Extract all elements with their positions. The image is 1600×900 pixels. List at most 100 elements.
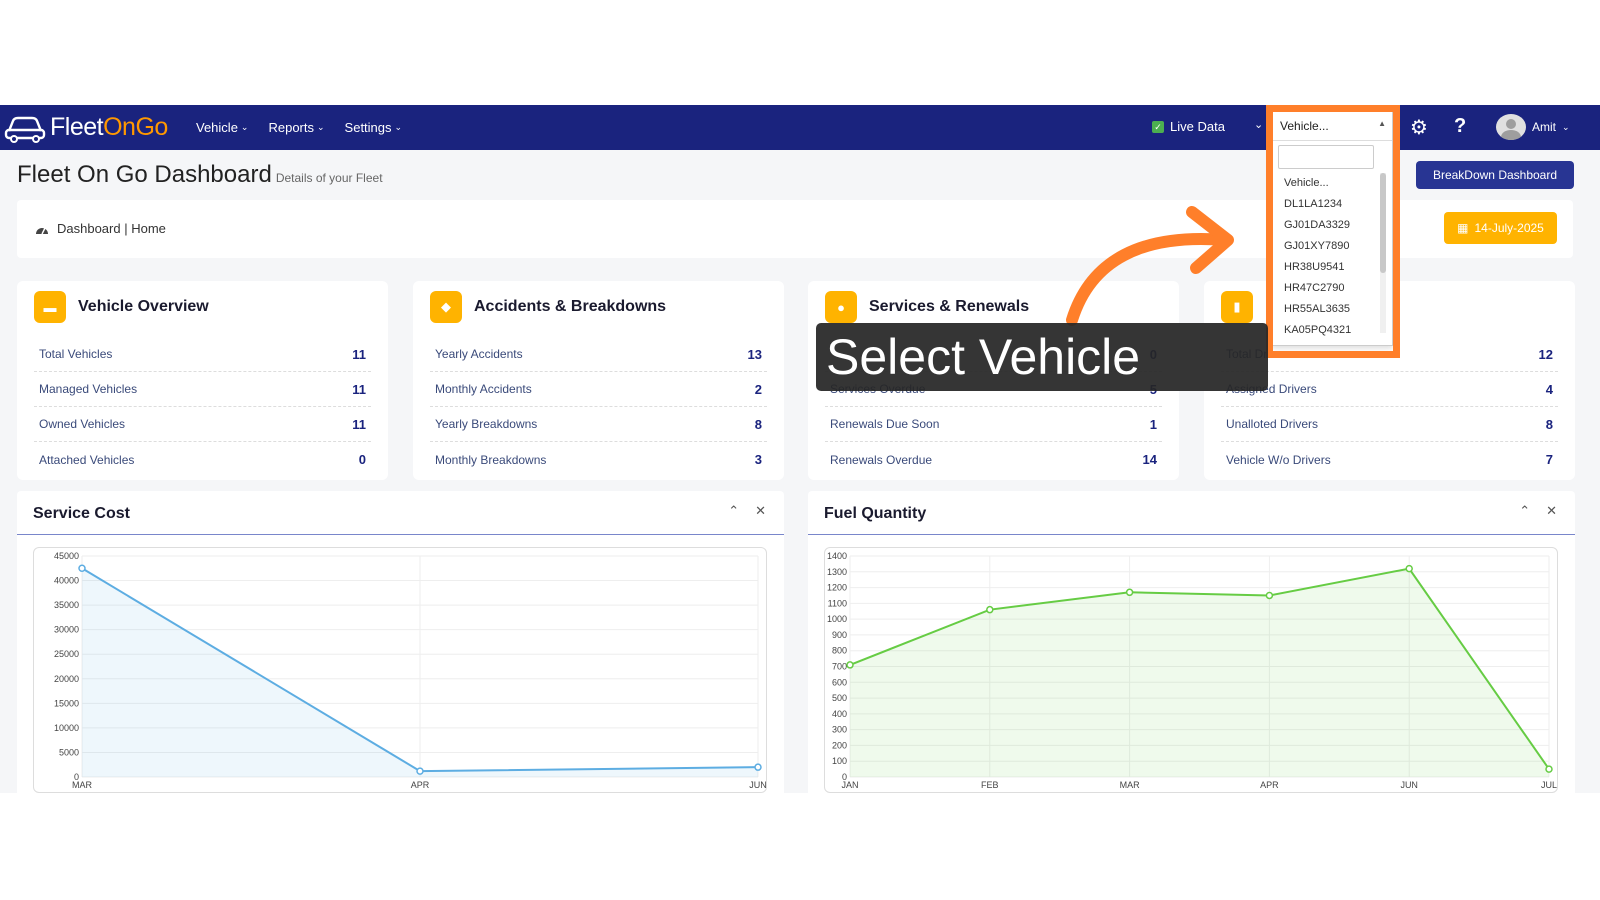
- chart-container: 0 100 200 300 400 500 600 700 800 900 1000 1100 1200…: [824, 547, 1558, 793]
- y-tick-label: 1200: [827, 583, 847, 593]
- stat-value: 8: [1545, 416, 1553, 432]
- chevron-down-icon[interactable]: ⌄: [1254, 118, 1263, 131]
- chart-container: 0 5000 10000 15000 20000 25000 30000 35000 40000…: [33, 547, 767, 793]
- stat-row[interactable]: Renewals Due Soon 1: [825, 407, 1162, 442]
- stat-label: Renewals Due Soon: [830, 417, 940, 431]
- stat-row[interactable]: Renewals Overdue 14: [825, 442, 1162, 477]
- help-icon[interactable]: ?: [1454, 115, 1466, 138]
- stat-label: Monthly Accidents: [435, 382, 532, 396]
- x-tick-label: APR: [1260, 780, 1279, 790]
- brand-logo[interactable]: FleetOnGo: [4, 111, 168, 143]
- stat-row[interactable]: Vehicle W/o Drivers 7: [1221, 442, 1558, 477]
- y-tick-label: 45000: [54, 551, 79, 561]
- data-point: [986, 605, 994, 614]
- card-rows: Total Vehicles 11 Managed Vehicles 11 Owne…: [34, 337, 371, 477]
- y-tick-label: 100: [832, 756, 847, 766]
- y-tick-label: 1000: [827, 614, 847, 624]
- card-title: Accidents & Breakdowns: [474, 298, 667, 315]
- y-tick-label: 5000: [59, 747, 79, 757]
- panel-title: Fuel Quantity: [824, 505, 927, 522]
- stat-row[interactable]: Yearly Accidents 13: [430, 337, 767, 372]
- stat-row[interactable]: Managed Vehicles 11: [34, 372, 371, 407]
- date-picker-button[interactable]: ▦ 14-July-2025: [1444, 212, 1557, 244]
- card-rows: Yearly Accidents 13 Monthly Accidents 2 Ye…: [430, 337, 767, 477]
- stat-value: 11: [352, 346, 366, 362]
- car-crash-icon: ◆: [430, 291, 462, 323]
- highlight-box: [1266, 105, 1400, 358]
- data-point: [1125, 588, 1134, 597]
- card-accidents-breakdowns: ◆ Accidents & Breakdowns Yearly Accident…: [413, 281, 784, 480]
- calendar-icon: ▦: [1457, 221, 1469, 235]
- stat-row[interactable]: Assigned Drivers 4: [1221, 372, 1558, 407]
- breadcrumb: Dashboard | Home: [35, 221, 166, 236]
- user-menu[interactable]: Amit ⌄: [1496, 114, 1570, 140]
- fuel-quantity-panel: Fuel Quantity ⌃ ✕ 0 100 200 300 400 500 600 700…: [808, 491, 1575, 793]
- stat-row[interactable]: Total Vehicles 11: [34, 337, 371, 372]
- dashboard-gauge-icon: [36, 227, 48, 234]
- close-icon[interactable]: ✕: [1546, 503, 1557, 519]
- main-menu: Vehicle ⌄ Reports ⌄ Settings ⌄: [196, 105, 402, 150]
- breakdown-dashboard-button[interactable]: BreakDown Dashboard: [1416, 161, 1574, 189]
- service-cost-chart: 0500010000150002000025000300003500040000…: [54, 551, 767, 790]
- card-header: ▬ Vehicle Overview: [34, 291, 209, 323]
- tooltip-callout: Select Vehicle: [816, 323, 1268, 391]
- panel-tools: ⌃ ✕: [1519, 503, 1557, 519]
- data-point: [1265, 591, 1274, 600]
- card-vehicle-overview: ▬ Vehicle Overview Total Vehicles 11 Mana…: [17, 281, 388, 480]
- menu-vehicle[interactable]: Vehicle ⌄: [196, 120, 248, 135]
- stat-label: Owned Vehicles: [39, 417, 126, 431]
- data-point: [754, 763, 762, 771]
- y-tick-label: 15000: [54, 698, 79, 708]
- x-tick-label: JUN: [749, 780, 767, 790]
- car-logo-icon: [4, 116, 46, 143]
- menu-reports[interactable]: Reports ⌄: [268, 120, 324, 135]
- collapse-icon[interactable]: ⌃: [728, 503, 739, 519]
- avatar: [1496, 114, 1526, 140]
- stat-row[interactable]: Yearly Breakdowns 8: [430, 407, 767, 442]
- stat-value: 3: [754, 452, 762, 467]
- data-point: [1545, 765, 1553, 773]
- stat-label: Managed Vehicles: [39, 382, 138, 396]
- menu-settings[interactable]: Settings ⌄: [345, 120, 403, 135]
- live-data-toggle[interactable]: ✓ Live Data: [1152, 119, 1225, 134]
- stat-row[interactable]: Attached Vehicles 0: [34, 442, 371, 477]
- y-tick-label: 20000: [54, 674, 79, 684]
- y-tick-label: 700: [832, 662, 847, 672]
- y-tick-label: 500: [832, 693, 847, 703]
- user-name: Amit: [1532, 120, 1556, 134]
- brand-name-part1: Fleet: [50, 112, 104, 141]
- arrow-annotation-icon: [1066, 206, 1234, 326]
- stat-row[interactable]: Monthly Accidents 2: [430, 372, 767, 407]
- service-cost-panel: Service Cost ⌃ ✕ 0 5000 10000 15000 20000 250…: [17, 491, 784, 793]
- truck-icon: ▬: [34, 291, 66, 323]
- collapse-icon[interactable]: ⌃: [1519, 503, 1530, 519]
- data-point: [416, 767, 424, 775]
- stat-value: 4: [1545, 381, 1553, 397]
- y-tick-label: 400: [832, 709, 847, 719]
- stat-value: 13: [747, 346, 762, 362]
- stat-row[interactable]: Owned Vehicles 11: [34, 407, 371, 442]
- stat-value: 0: [358, 452, 366, 467]
- stat-label: Yearly Breakdowns: [435, 417, 538, 431]
- stat-value: 1: [1149, 416, 1157, 432]
- fuel-quantity-chart: 0100200300400500600700800900100011001200…: [827, 551, 1557, 790]
- close-icon[interactable]: ✕: [755, 503, 766, 519]
- stat-label: Total Vehicles: [39, 347, 113, 361]
- y-tick-label: 1400: [827, 551, 847, 561]
- y-tick-label: 300: [832, 725, 847, 735]
- stat-row[interactable]: Unalloted Drivers 8: [1221, 407, 1558, 442]
- x-tick-label: FEB: [981, 780, 999, 790]
- x-tick-label: JUN: [1400, 780, 1418, 790]
- breadcrumb-text: Dashboard | Home: [57, 221, 166, 236]
- gear-icon[interactable]: ⚙: [1410, 115, 1428, 140]
- panel-header: Fuel Quantity ⌃ ✕: [808, 491, 1575, 535]
- menu-settings-label: Settings: [344, 120, 392, 135]
- stat-label: Vehicle W/o Drivers: [1226, 452, 1331, 467]
- card-title: Services & Renewals: [869, 298, 1030, 315]
- y-tick-label: 1100: [828, 598, 847, 608]
- chevron-down-icon: ⌄: [1562, 121, 1570, 132]
- menu-reports-label: Reports: [268, 120, 314, 135]
- stat-row[interactable]: Monthly Breakdowns 3: [430, 442, 767, 477]
- chevron-down-icon: ⌄: [317, 122, 325, 132]
- panel-tools: ⌃ ✕: [728, 503, 766, 519]
